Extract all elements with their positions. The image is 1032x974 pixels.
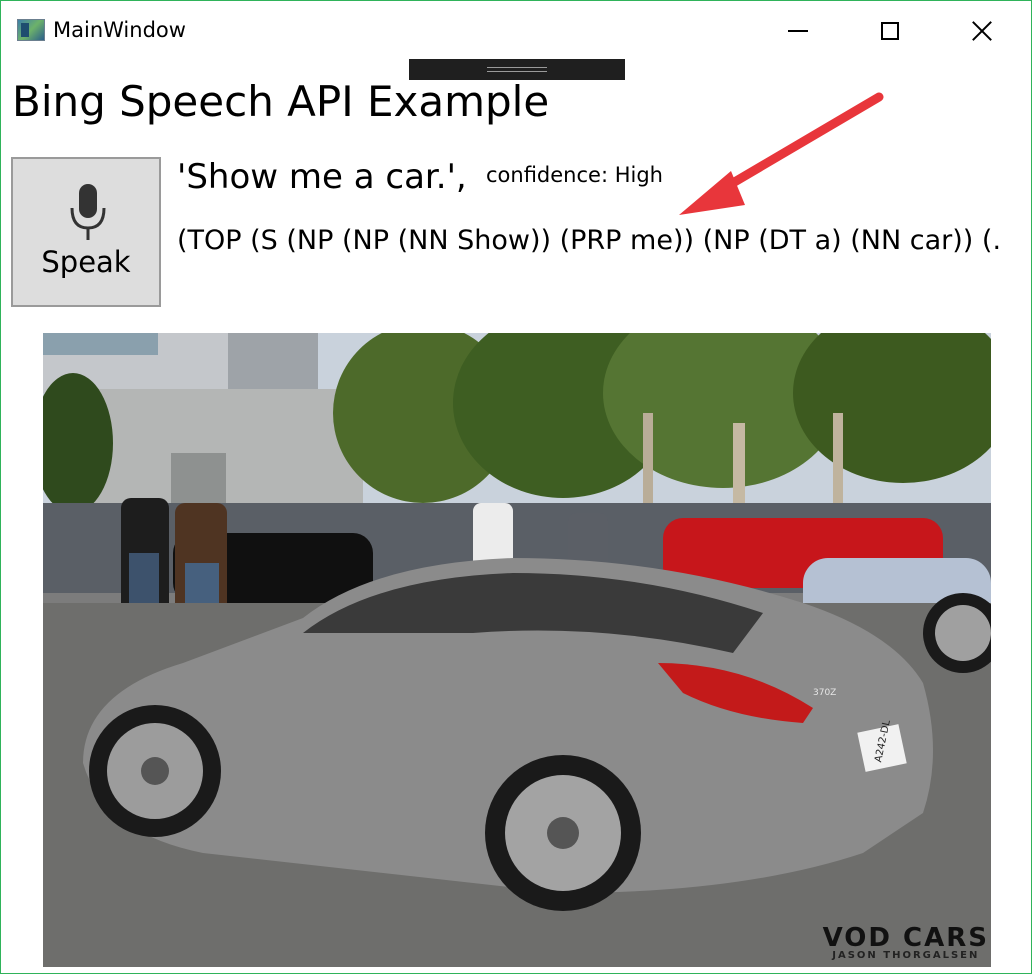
car-photo: A242-DL 370Z VOD CARS JASON THORGALSEN <box>43 333 991 967</box>
recognized-text: 'Show me a car.', <box>177 157 467 197</box>
minimize-button[interactable] <box>753 9 843 53</box>
watermark-main: VOD CARS <box>822 923 989 953</box>
watermark-sub: JASON THORGALSEN <box>832 950 980 961</box>
grip-icon <box>487 67 547 72</box>
photo-watermark: VOD CARS JASON THORGALSEN <box>823 925 989 961</box>
parse-tree-text: (TOP (S (NP (NP (NN Show)) (PRP me)) (NP… <box>177 225 1002 256</box>
maximize-button[interactable] <box>845 9 935 53</box>
main-window: MainWindow Bing Speech API Example Speak… <box>0 0 1032 974</box>
minimize-icon <box>788 30 808 32</box>
window-title: MainWindow <box>53 18 186 42</box>
close-icon <box>971 20 993 42</box>
page-title: Bing Speech API Example <box>12 77 550 126</box>
badge-text: 370Z <box>813 688 836 698</box>
app-icon <box>17 19 45 41</box>
close-button[interactable] <box>937 9 1027 53</box>
maximize-icon <box>881 22 899 40</box>
speak-button[interactable]: Speak <box>11 157 161 307</box>
confidence-label: confidence: High <box>486 163 663 187</box>
speak-button-label: Speak <box>41 245 131 279</box>
annotation-arrow-icon <box>679 92 884 215</box>
title-bar[interactable]: MainWindow <box>1 1 1031 61</box>
microphone-icon <box>70 184 106 240</box>
car-photo-image: A242-DL 370Z <box>43 333 991 967</box>
